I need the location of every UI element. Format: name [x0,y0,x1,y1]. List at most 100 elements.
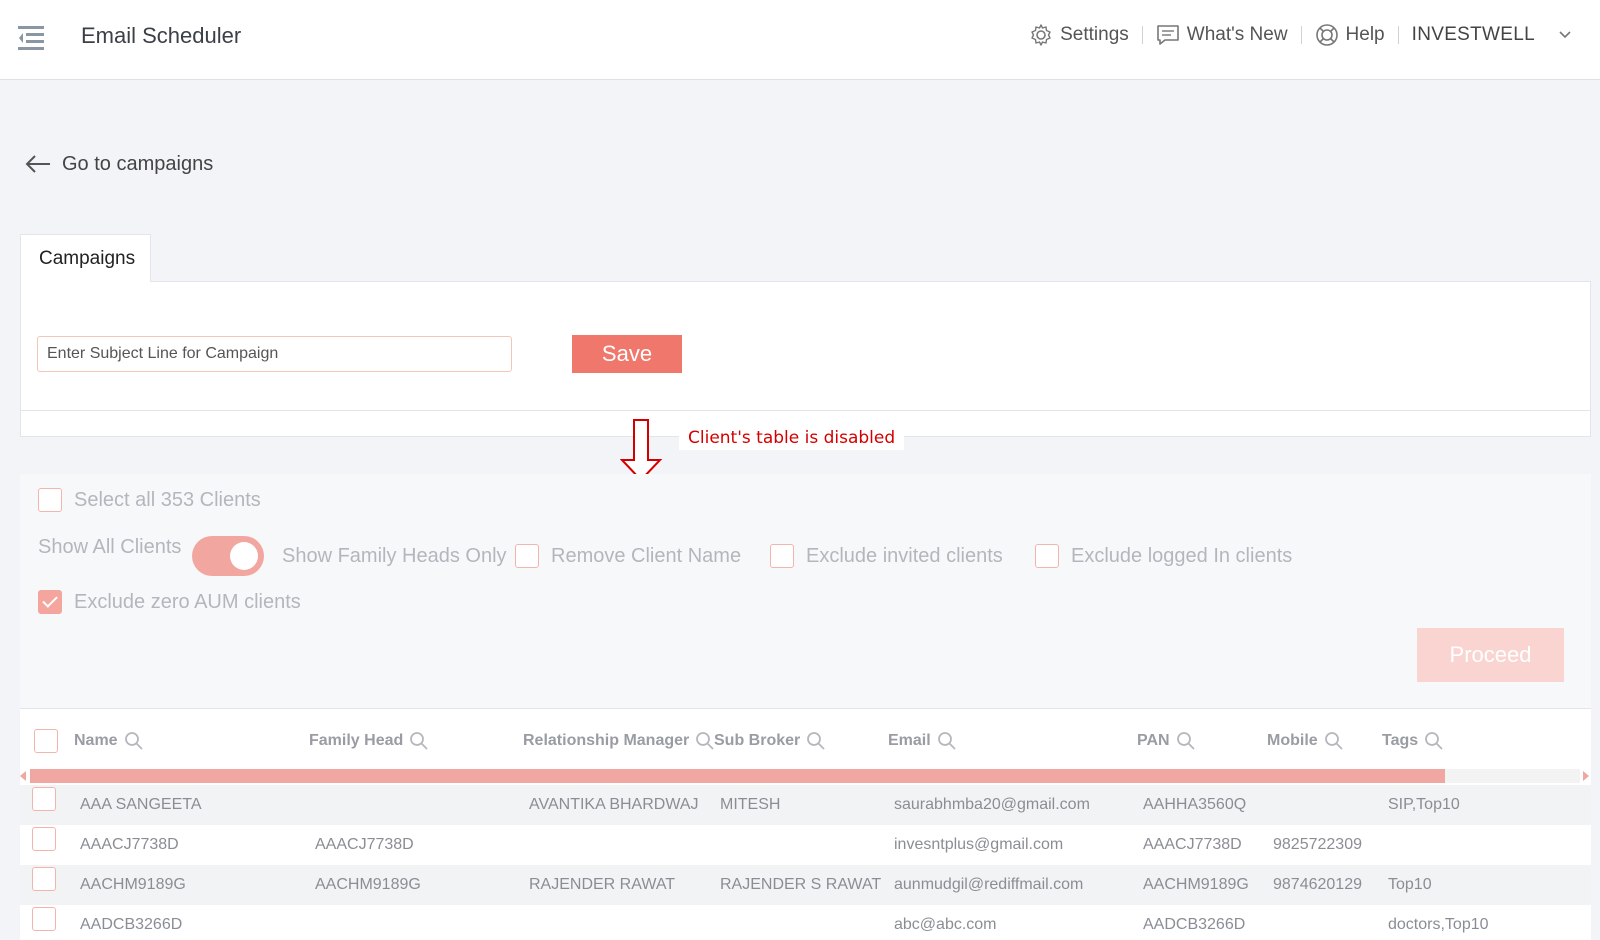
cell-sub-broker: RAJENDER S RAWAT [720,876,882,893]
subject-line-input[interactable] [37,336,512,372]
column-header-name[interactable]: Name [74,731,144,751]
exclude-invited-checkbox[interactable] [770,544,794,568]
table-row[interactable]: AAACJ7738D AAACJ7738D invesntplus@gmail.co… [20,825,1591,865]
search-icon[interactable] [124,731,144,751]
column-header-label: Family Head [309,732,404,749]
cell-email: saurabhmba20@gmail.com [894,796,1090,813]
scrollbar-thumb[interactable] [30,769,1445,783]
annotation-text: Client's table is disabled [679,426,905,450]
cell-tags: doctors,Top10 [1388,916,1489,933]
column-header-label: Mobile [1267,732,1318,749]
exclude-logged-in-checkbox[interactable] [1035,544,1059,568]
cell-mobile: 9874620129 [1273,876,1362,893]
show-family-heads-label: Show Family Heads Only [282,536,507,576]
column-header-label: Name [74,732,118,749]
search-icon[interactable] [1324,731,1344,751]
select-all-checkbox[interactable] [38,488,62,512]
cell-name: AAA SANGEETA [80,796,202,813]
remove-client-name-checkbox[interactable] [515,544,539,568]
cell-family-head: AAACJ7738D [315,836,414,853]
cell-pan: AACHM9189G [1143,876,1249,893]
lifebuoy-icon [1315,24,1338,46]
scroll-right-icon[interactable] [1583,771,1589,781]
proceed-button[interactable]: Proceed [1417,628,1564,682]
account-name: INVESTWELL [1411,24,1535,45]
app-title: Email Scheduler [81,23,242,48]
table-row[interactable]: AAA SANGEETA AVANTIKA BHARDWAJ MITESH saura… [20,785,1591,825]
horizontal-scrollbar[interactable] [20,767,1591,783]
go-to-campaigns-label: Go to campaigns [62,152,214,175]
gear-icon [1031,24,1051,46]
family-heads-toggle[interactable] [192,536,264,576]
cell-pan: AAACJ7738D [1143,836,1242,853]
table-row[interactable]: AADCB3266D abc@abc.com AADCB3266D doctors,T… [20,905,1591,940]
search-icon[interactable] [1176,731,1196,751]
whats-new-link[interactable]: What's New [1156,23,1288,47]
settings-label: Settings [1060,24,1129,45]
message-icon [1156,25,1179,45]
cell-family-head: AACHM9189G [315,876,421,893]
column-header-pan[interactable]: PAN [1137,731,1196,751]
column-header-sub-broker[interactable]: Sub Broker [714,731,826,751]
column-header-mobile[interactable]: Mobile [1267,731,1344,751]
menu-icon[interactable] [18,24,46,54]
clients-section: Select all 353 Clients Show All Clients … [20,474,1591,940]
column-header-label: Tags [1382,732,1419,749]
cell-name: AACHM9189G [80,876,186,893]
exclude-logged-in-label: Exclude logged In clients [1071,544,1293,567]
exclude-zero-aum-checkbox[interactable] [38,590,62,614]
cell-sub-broker: MITESH [720,796,781,813]
scroll-left-icon[interactable] [20,771,26,781]
show-all-clients-text: Show All Clients [38,536,182,558]
row-select-checkbox[interactable] [32,787,56,811]
arrow-left-icon [25,155,50,173]
column-header-label: Relationship Manager [523,732,690,749]
search-icon[interactable] [409,731,429,751]
remove-client-name-option[interactable]: Remove Client Name [515,536,741,576]
tab-campaigns[interactable]: Campaigns [20,234,151,282]
settings-link[interactable]: Settings [1029,23,1129,47]
select-all-option[interactable]: Select all 353 Clients [38,488,261,512]
cell-relationship-manager: RAJENDER RAWAT [529,876,676,893]
exclude-invited-option[interactable]: Exclude invited clients [770,536,1003,576]
nav-divider [1300,26,1302,44]
cell-tags: Top10 [1388,876,1432,893]
column-header-label: Sub Broker [714,732,801,749]
table-row[interactable]: AACHM9189G AACHM9189G RAJENDER RAWAT RAJEND… [20,865,1591,905]
exclude-logged-in-option[interactable]: Exclude logged In clients [1035,536,1292,576]
cell-pan: AADCB3266D [1143,916,1246,933]
column-header-tags[interactable]: Tags [1382,731,1444,751]
search-icon[interactable] [695,731,715,751]
column-header-relationship-manager[interactable]: Relationship Manager [523,731,715,751]
nav-divider [1141,26,1143,44]
column-header-family-head[interactable]: Family Head [309,731,429,751]
row-select-checkbox[interactable] [32,827,56,851]
exclude-zero-aum-option[interactable]: Exclude zero AUM clients [38,590,301,614]
search-icon[interactable] [937,731,957,751]
search-icon[interactable] [1424,731,1444,751]
whats-new-label: What's New [1186,24,1288,45]
cell-mobile: 9825722309 [1273,836,1362,853]
panel-divider [21,410,1590,411]
row-select-checkbox[interactable] [32,907,56,931]
cell-pan: AAHHA3560Q [1143,796,1247,813]
cell-tags: SIP,Top10 [1388,796,1460,813]
cell-email: invesntplus@gmail.com [894,836,1064,853]
help-label: Help [1345,24,1385,45]
top-bar: Email Scheduler Settings What's New Help… [0,0,1600,80]
cell-email: abc@abc.com [894,916,997,933]
account-menu[interactable]: INVESTWELL [1412,24,1572,46]
cell-relationship-manager: AVANTIKA BHARDWAJ [529,796,699,813]
row-select-checkbox[interactable] [32,867,56,891]
cell-name: AAACJ7738D [80,836,179,853]
cell-name: AADCB3266D [80,916,183,933]
column-header-label: Email [888,732,931,749]
header-select-checkbox[interactable] [34,729,58,753]
column-header-label: PAN [1137,732,1170,749]
help-link[interactable]: Help [1315,23,1385,47]
column-header-email[interactable]: Email [888,731,957,751]
search-icon[interactable] [806,731,826,751]
save-button[interactable]: Save [572,335,682,373]
campaign-panel: Save [20,281,1591,437]
go-to-campaigns-link[interactable]: Go to campaigns [24,152,213,176]
